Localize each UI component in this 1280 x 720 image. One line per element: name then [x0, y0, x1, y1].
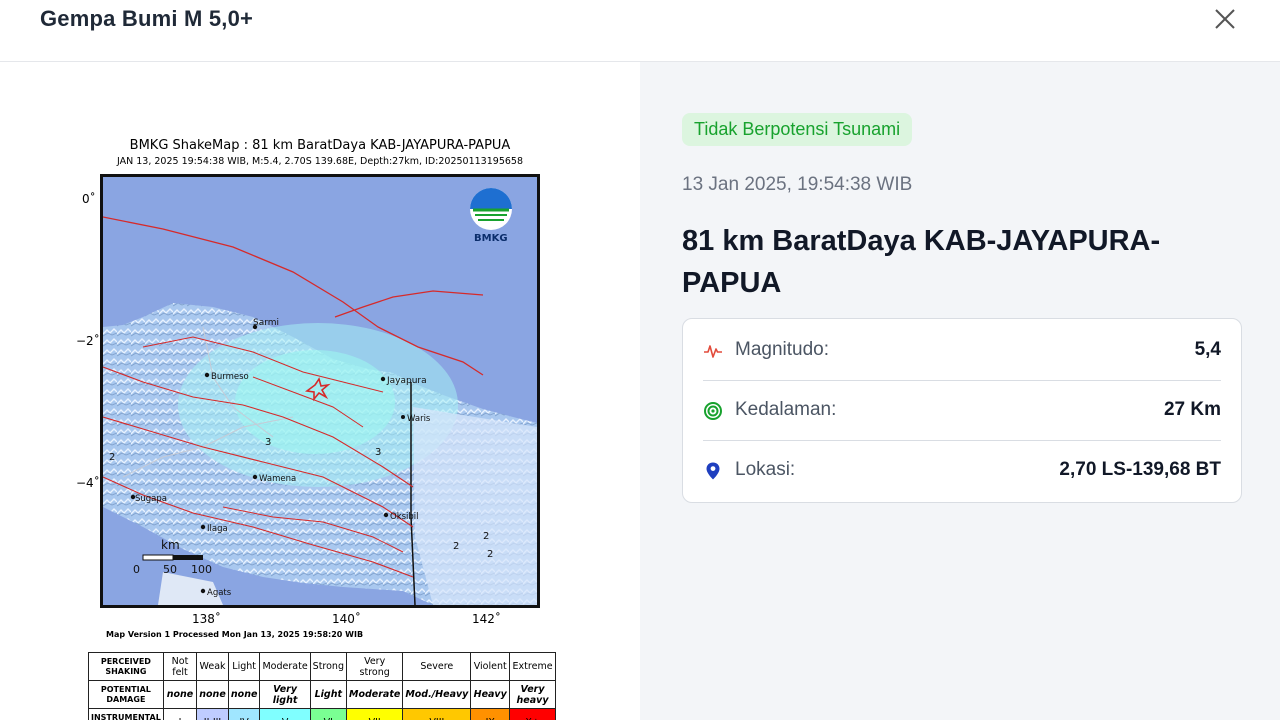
legend-cell: Extreme: [509, 652, 556, 681]
legend-color-cell: VIII: [402, 708, 472, 720]
scale-tick: 50: [163, 563, 177, 576]
legend-cell: Light: [309, 680, 348, 709]
legend-color-cell: IV: [227, 708, 261, 720]
pulse-icon: [703, 341, 723, 361]
legend-header: POTENTIAL DAMAGE: [88, 680, 164, 709]
lon-label: 138˚: [192, 612, 221, 626]
legend-cell: Very heavy: [509, 680, 556, 709]
close-icon[interactable]: [1208, 2, 1242, 36]
map-version-text: Map Version 1 Processed Mon Jan 13, 2025…: [106, 630, 364, 639]
place-label: Jayapura: [386, 376, 427, 386]
detail-label: Magnitudo:: [735, 339, 830, 360]
dialog-header: Gempa Bumi M 5,0+: [0, 0, 1280, 62]
shakemap-map: Sarmi Jayapura Burmeso Waris Wamena Suga…: [100, 174, 540, 608]
lon-label: 142˚: [472, 612, 501, 626]
intensity-mark: 2: [483, 531, 489, 542]
legend-cell: Not felt: [162, 652, 198, 681]
place-label: Oksibil: [390, 512, 419, 522]
place-label: Sarmi: [253, 318, 279, 328]
legend-cell: Mod./Heavy: [402, 680, 472, 709]
legend-cell: none: [196, 680, 229, 709]
shakemap-subtitle: JAN 13, 2025 19:54:38 WIB, M:5.4, 2.70S …: [116, 156, 523, 167]
lon-label: 140˚: [332, 612, 361, 626]
event-detail-card: Magnitudo: 5,4 Kedalaman: 27 Km Lokasi: …: [682, 318, 1242, 503]
location-pin-icon: [703, 461, 723, 481]
lat-label: −4˚: [76, 476, 100, 490]
detail-value: 2,70 LS-139,68 BT: [1059, 459, 1221, 480]
legend-cell: Very light: [259, 680, 311, 709]
legend-color-cell: X+: [509, 708, 556, 720]
lat-label: 0˚: [82, 192, 96, 206]
tsunami-status-badge: Tidak Berpotensi Tsunami: [682, 113, 913, 146]
intensity-mark: 2: [487, 549, 493, 560]
legend-color-cell: II-III: [196, 708, 229, 720]
detail-row-magnitude: Magnitudo: 5,4: [703, 321, 1221, 381]
legend-color-cell: V: [259, 708, 311, 720]
legend-cell: none: [227, 680, 261, 709]
shakemap-panel: BMKG ShakeMap : 81 km BaratDaya KAB-JAYA…: [0, 62, 640, 720]
detail-label: Lokasi:: [735, 459, 796, 480]
intensity-mark: 3: [265, 437, 271, 448]
shakemap-title: BMKG ShakeMap : 81 km BaratDaya KAB-JAYA…: [129, 138, 511, 153]
place-label: Burmeso: [211, 372, 249, 382]
legend-cell: Moderate: [259, 652, 311, 681]
target-icon: [703, 401, 723, 421]
legend-cell: Weak: [196, 652, 229, 681]
bmkg-logo-text: BMKG: [474, 233, 508, 244]
scale-tick: 100: [191, 563, 212, 576]
intensity-mark: 2: [109, 452, 115, 463]
legend-cell: Heavy: [470, 680, 511, 709]
intensity-mark: 2: [453, 541, 459, 552]
detail-value: 27 Km: [1163, 399, 1221, 420]
scale-label: km: [161, 538, 180, 552]
legend-cell: Severe: [402, 652, 472, 681]
legend-color-cell: VII: [345, 708, 404, 720]
legend-color-cell: I: [162, 708, 198, 720]
legend-color-cell: IX: [470, 708, 511, 720]
place-label: Waris: [407, 414, 431, 424]
legend-header: INSTRUMENTAL INTENSITY: [88, 708, 164, 720]
place-label: Ilaga: [207, 524, 228, 534]
place-label: Agats: [207, 588, 232, 598]
shakemap-image[interactable]: BMKG ShakeMap : 81 km BaratDaya KAB-JAYA…: [76, 134, 556, 720]
intensity-mark: 3: [375, 447, 381, 458]
event-location-title: 81 km BaratDaya KAB-JAYAPURA-PAPUA: [682, 225, 1161, 299]
legend-cell: Strong: [309, 652, 348, 681]
place-label: Sugapa: [135, 494, 167, 504]
legend-header: PERCEIVED SHAKING: [88, 652, 164, 681]
scale-tick: 0: [133, 563, 140, 576]
detail-row-depth: Kedalaman: 27 Km: [703, 381, 1221, 441]
place-label: Wamena: [259, 474, 296, 484]
detail-label: Kedalaman:: [735, 399, 837, 420]
detail-panel: Tidak Berpotensi Tsunami 13 Jan 2025, 19…: [640, 62, 1280, 720]
legend-cell: Very strong: [345, 652, 404, 681]
legend-cell: none: [162, 680, 198, 709]
intensity-legend: PERCEIVED SHAKING Not felt Weak Light Mo…: [88, 652, 556, 720]
event-datetime: 13 Jan 2025, 19:54:38 WIB: [682, 174, 913, 195]
dialog-title: Gempa Bumi M 5,0+: [40, 6, 254, 31]
lat-label: −2˚: [76, 334, 100, 348]
legend-cell: Light: [227, 652, 261, 681]
detail-value: 5,4: [1194, 339, 1221, 360]
legend-cell: Moderate: [345, 680, 404, 709]
legend-cell: Violent: [470, 652, 511, 681]
legend-color-cell: VI: [309, 708, 348, 720]
detail-row-location: Lokasi: 2,70 LS-139,68 BT: [703, 441, 1221, 501]
